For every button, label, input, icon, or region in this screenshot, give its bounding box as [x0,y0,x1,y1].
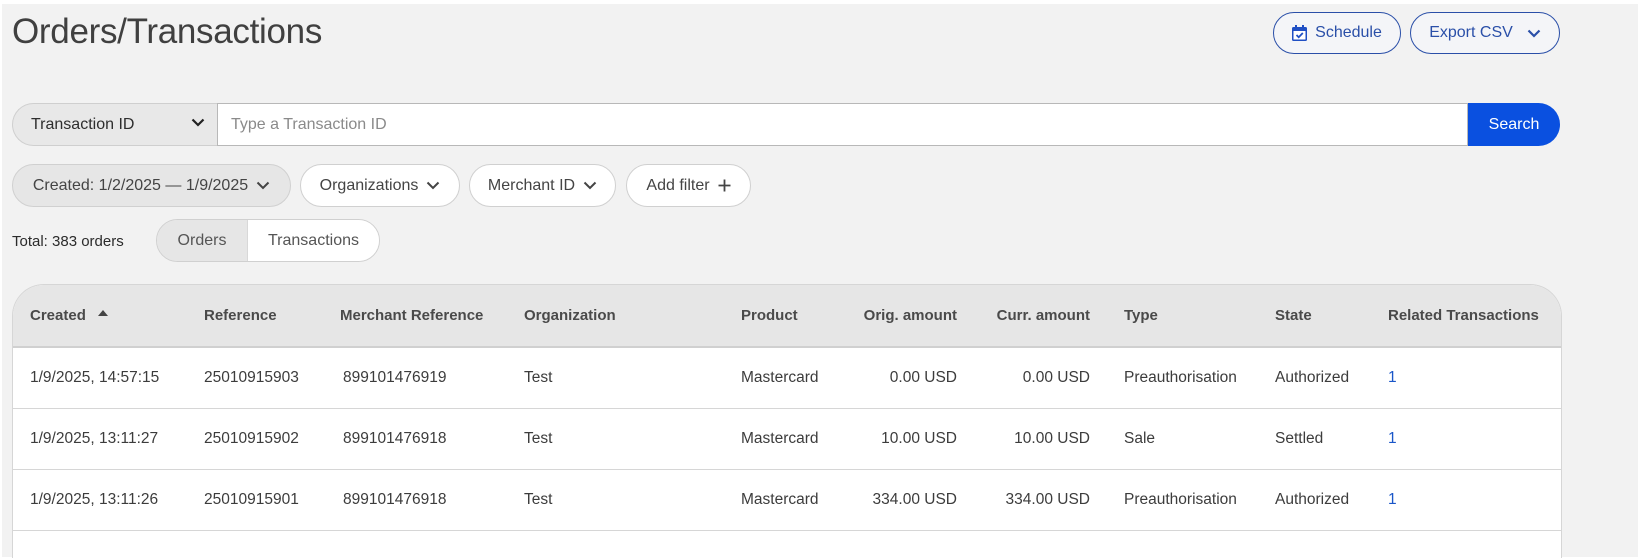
related-transactions-link[interactable]: 1 [1388,491,1397,509]
search-button[interactable]: Search [1468,103,1560,146]
column-header-orig-amount[interactable]: Orig. amount [843,307,957,324]
chevron-down-icon [583,181,597,190]
created-filter-label: Created: 1/2/2025 — 1/9/2025 [32,176,249,194]
cell-merchant-reference: 899101476918 [343,491,447,508]
column-header-product[interactable]: Product [741,307,798,324]
cell-merchant-reference: 899101476918 [343,430,447,447]
add-filter-label: Add filter [646,176,710,194]
cell-state: Authorized [1275,491,1350,508]
transaction-id-input[interactable] [217,103,1468,146]
organizations-filter[interactable]: Organizations [300,164,460,207]
related-transactions-link[interactable]: 1 [1388,369,1397,387]
cell-reference: 25010915903 [204,369,299,386]
toggle-orders[interactable]: Orders [157,220,248,261]
table-row[interactable]: 1/9/2025, 14:57:15 25010915903 899101476… [13,348,1561,409]
schedule-label: Schedule [1315,24,1382,41]
calendar-check-icon [1292,25,1308,41]
cell-type: Preauthorisation [1124,369,1237,386]
view-toggle: Orders Transactions [156,219,380,262]
cell-curr-amount: 10.00 USD [1014,430,1090,447]
column-header-label: Created [30,307,86,324]
organizations-filter-label: Organizations [319,176,419,194]
cell-state: Settled [1275,430,1324,447]
plus-icon [718,179,731,192]
export-csv-button[interactable]: Export CSV [1410,12,1560,54]
search-type-dropdown[interactable]: Transaction ID [12,103,217,146]
column-header-merchant-reference[interactable]: Merchant Reference [340,307,483,324]
cell-product: Mastercard [741,369,819,386]
related-transactions-link[interactable]: 1 [1388,430,1397,448]
cell-curr-amount: 0.00 USD [1022,369,1090,386]
cell-created: 1/9/2025, 13:11:27 [30,430,159,447]
column-header-state[interactable]: State [1275,307,1312,324]
cell-orig-amount: 10.00 USD [881,430,957,447]
orders-table: Created Reference Merchant Reference Org… [12,284,1562,558]
column-header-organization[interactable]: Organization [524,307,616,324]
cell-created: 1/9/2025, 14:57:15 [30,369,160,386]
cell-curr-amount: 334.00 USD [1005,491,1090,508]
column-header-curr-amount[interactable]: Curr. amount [973,307,1090,324]
table-row[interactable]: 1/9/2025, 13:11:26 25010915901 899101476… [13,470,1561,531]
cell-product: Mastercard [741,430,819,447]
chevron-down-icon [1527,29,1541,38]
table-row[interactable]: 1/9/2025, 13:11:27 25010915902 899101476… [13,409,1561,470]
page: Orders/Transactions Schedule Export CSV … [2,4,1638,558]
add-filter-button[interactable]: Add filter [626,164,751,207]
sort-ascending-icon [97,310,108,316]
chevron-down-icon [191,118,205,127]
merchant-id-filter-label: Merchant ID [487,176,576,194]
search-type-value: Transaction ID [31,115,135,133]
page-title: Orders/Transactions [12,12,323,51]
column-header-created[interactable]: Created [30,307,108,324]
search-bar: Transaction ID Search [12,103,1560,146]
cell-reference: 25010915902 [204,430,299,447]
cell-created: 1/9/2025, 13:11:26 [30,491,159,508]
toggle-transactions[interactable]: Transactions [248,220,379,261]
cell-organization: Test [524,430,553,447]
schedule-button[interactable]: Schedule [1273,12,1401,54]
total-orders-count: Total: 383 orders [12,233,124,250]
chevron-down-icon [427,181,440,190]
cell-reference: 25010915901 [204,491,299,508]
cell-state: Authorized [1275,369,1350,386]
column-header-related-transactions[interactable]: Related Transactions [1388,307,1539,324]
table-header: Created Reference Merchant Reference Org… [13,285,1561,348]
column-header-reference[interactable]: Reference [204,307,277,324]
cell-type: Preauthorisation [1124,491,1237,508]
cell-organization: Test [524,369,553,386]
merchant-id-filter[interactable]: Merchant ID [469,164,616,207]
export-csv-label: Export CSV [1429,24,1513,41]
cell-type: Sale [1124,430,1156,447]
created-date-filter[interactable]: Created: 1/2/2025 — 1/9/2025 [12,164,291,207]
cell-organization: Test [524,491,553,508]
cell-orig-amount: 334.00 USD [872,491,957,508]
column-header-type[interactable]: Type [1124,307,1158,324]
cell-product: Mastercard [741,491,819,508]
cell-merchant-reference: 899101476919 [343,369,447,386]
cell-orig-amount: 0.00 USD [889,369,957,386]
chevron-down-icon [256,181,270,190]
